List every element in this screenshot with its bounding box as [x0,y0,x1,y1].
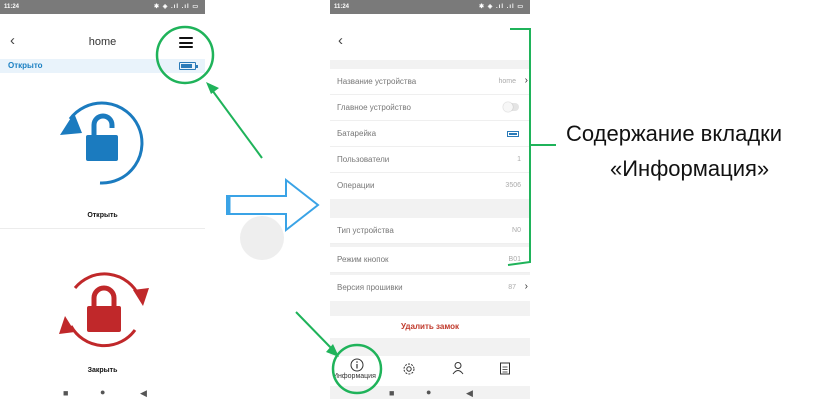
caption-title: Содержание вкладки [566,121,783,146]
annotation-overlay [155,25,556,395]
caption-subtitle: «Информация» [610,156,770,181]
